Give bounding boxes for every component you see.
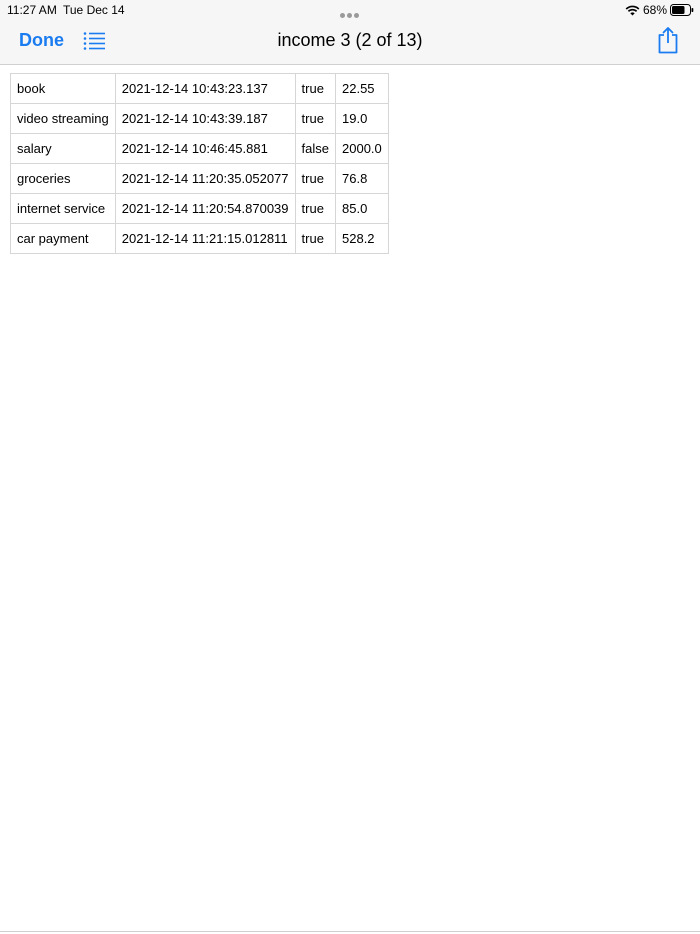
table-cell-name: groceries — [10, 163, 116, 194]
table-cell-flag: true — [294, 163, 337, 194]
status-time: 11:27 AM — [7, 3, 57, 17]
table-row: book 2021-12-14 10:43:23.137 true 22.55 — [10, 73, 389, 104]
table-cell-timestamp: 2021-12-14 11:20:54.870039 — [114, 193, 296, 224]
table-cell-timestamp: 2021-12-14 10:43:39.187 — [114, 103, 296, 134]
table-cell-amount: 22.55 — [335, 73, 389, 104]
table-view: book 2021-12-14 10:43:23.137 true 22.55 … — [10, 73, 389, 254]
table-row: car payment 2021-12-14 11:21:15.012811 t… — [10, 223, 389, 254]
table-cell-amount: 85.0 — [335, 193, 389, 224]
table-cell-name: book — [10, 73, 116, 104]
status-date: Tue Dec 14 — [63, 3, 125, 17]
table-cell-timestamp: 2021-12-14 11:20:35.052077 — [114, 163, 296, 194]
status-indicators: 68% — [625, 2, 694, 18]
table-row: salary 2021-12-14 10:46:45.881 false 200… — [10, 133, 389, 164]
status-bar: 11:27 AM Tue Dec 14 68% — [0, 0, 700, 20]
bottom-divider — [0, 931, 700, 932]
table-cell-timestamp: 2021-12-14 10:46:45.881 — [114, 133, 296, 164]
wifi-icon — [625, 5, 640, 16]
battery-icon — [670, 4, 694, 16]
table-row: internet service 2021-12-14 11:20:54.870… — [10, 193, 389, 224]
table-cell-flag: true — [294, 103, 337, 134]
share-icon[interactable] — [656, 26, 680, 54]
multitasking-dots-icon[interactable] — [340, 7, 362, 18]
table-cell-name: salary — [10, 133, 116, 164]
page-title: income 3 (2 of 13) — [277, 30, 423, 50]
table-cell-amount: 2000.0 — [335, 133, 389, 164]
table-cell-name: car payment — [10, 223, 116, 254]
table-row: groceries 2021-12-14 11:20:35.052077 tru… — [10, 163, 389, 194]
data-table: book 2021-12-14 10:43:23.137 true 22.55 … — [10, 73, 389, 254]
table-cell-name: video streaming — [10, 103, 116, 134]
table-cell-amount: 19.0 — [335, 103, 389, 134]
table-row: video streaming 2021-12-14 10:43:39.187 … — [10, 103, 389, 134]
table-cell-timestamp: 2021-12-14 11:21:15.012811 — [114, 223, 296, 254]
table-cell-flag: true — [294, 193, 337, 224]
table-cell-flag: true — [294, 73, 337, 104]
table-cell-timestamp: 2021-12-14 10:43:23.137 — [114, 73, 296, 104]
table-cell-name: internet service — [10, 193, 116, 224]
battery-percentage: 68% — [642, 3, 667, 17]
table-cell-amount: 528.2 — [335, 223, 389, 254]
navigation-bar: Done income 3 (2 of 13) — [0, 20, 700, 65]
table-cell-amount: 76.8 — [335, 163, 389, 194]
table-cell-flag: false — [294, 133, 337, 164]
table-cell-flag: true — [294, 223, 337, 254]
